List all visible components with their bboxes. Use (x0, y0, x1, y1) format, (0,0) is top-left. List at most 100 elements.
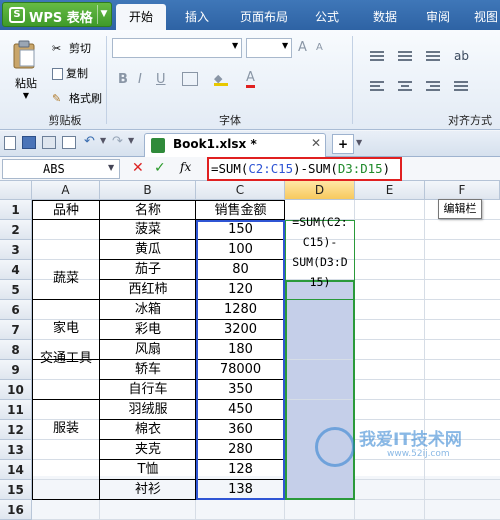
cell-a1[interactable]: 品种 (32, 201, 100, 221)
item-name-cell[interactable]: 自行车 (100, 380, 196, 400)
item-name-cell[interactable]: 茄子 (100, 260, 196, 280)
close-tab-icon[interactable]: ✕ (311, 136, 321, 150)
item-name-cell[interactable]: T恤 (100, 460, 196, 480)
bold-icon[interactable]: B (118, 72, 128, 87)
item-amount-cell[interactable]: 120 (196, 280, 285, 300)
column-header-e[interactable]: E (355, 181, 425, 200)
category-transport[interactable]: 交通工具 (32, 340, 100, 378)
wps-app-menu-button[interactable]: S WPS 表格 ▼ (2, 2, 112, 27)
item-amount-cell[interactable]: 3200 (196, 320, 285, 340)
column-header-b[interactable]: B (100, 181, 196, 200)
enter-icon[interactable]: ✓ (154, 160, 166, 176)
select-all-corner[interactable] (0, 181, 32, 200)
item-amount-cell[interactable]: 78000 (196, 360, 285, 380)
column-header-d[interactable]: D (285, 181, 355, 200)
row-header[interactable]: 12 (0, 420, 32, 440)
chevron-down-icon[interactable]: ▼ (282, 41, 288, 50)
row-header[interactable]: 9 (0, 360, 32, 380)
item-amount-cell[interactable]: 1280 (196, 300, 285, 320)
column-header-f[interactable]: F (425, 181, 500, 200)
column-header-c[interactable]: C (196, 181, 285, 200)
underline-icon[interactable]: U (156, 72, 166, 87)
format-painter-button[interactable]: ✎ 格式刷 (52, 90, 102, 106)
row-header[interactable]: 11 (0, 400, 32, 420)
row-header[interactable]: 6 (0, 300, 32, 320)
cell-d2-formula[interactable]: =SUM(C2: C15)- SUM(D3:D 15) (286, 212, 354, 292)
font-grow-icon[interactable]: A (298, 40, 307, 55)
row-header[interactable]: 8 (0, 340, 32, 360)
new-tab-button[interactable]: + (332, 134, 354, 154)
row-header[interactable]: 14 (0, 460, 32, 480)
item-name-cell[interactable]: 风扇 (100, 340, 196, 360)
row-header[interactable]: 10 (0, 380, 32, 400)
item-name-cell[interactable]: 菠菜 (100, 220, 196, 240)
italic-icon[interactable]: I (138, 72, 142, 87)
border-icon[interactable] (182, 72, 198, 86)
row-header[interactable]: 7 (0, 320, 32, 340)
undo-icon[interactable]: ↶ (84, 134, 95, 149)
paste-button[interactable]: 粘贴 ▼ (8, 38, 44, 102)
redo-icon[interactable]: ↷ (112, 134, 123, 149)
copy-button[interactable]: 复制 (52, 65, 88, 81)
item-amount-cell[interactable]: 450 (196, 400, 285, 420)
item-amount-cell[interactable]: 280 (196, 440, 285, 460)
item-name-cell[interactable]: 衬衫 (100, 480, 196, 500)
tab-formulas[interactable]: 公式 (304, 4, 350, 30)
font-name-select[interactable] (112, 38, 242, 58)
row-header[interactable]: 2 (0, 220, 32, 240)
cell-b1[interactable]: 名称 (100, 201, 196, 221)
item-name-cell[interactable]: 轿车 (100, 360, 196, 380)
item-name-cell[interactable]: 冰箱 (100, 300, 196, 320)
item-name-cell[interactable]: 彩电 (100, 320, 196, 340)
insert-function-icon[interactable]: fx (180, 160, 191, 174)
row-header[interactable]: 5 (0, 280, 32, 300)
item-amount-cell[interactable]: 360 (196, 420, 285, 440)
cell-c1[interactable]: 销售金额 (196, 201, 285, 221)
item-amount-cell[interactable]: 80 (196, 260, 285, 280)
column-header-a[interactable]: A (32, 181, 100, 200)
row-header[interactable]: 3 (0, 240, 32, 260)
new-doc-icon[interactable] (4, 136, 16, 150)
cut-button[interactable]: ✂ 剪切 (52, 40, 91, 56)
chevron-down-icon[interactable]: ▼ (108, 163, 114, 172)
print-icon[interactable] (42, 136, 56, 149)
item-amount-cell[interactable]: 150 (196, 220, 285, 240)
row-header[interactable]: 15 (0, 480, 32, 500)
item-name-cell[interactable]: 棉衣 (100, 420, 196, 440)
tab-view[interactable]: 视图 (466, 4, 500, 30)
chevron-down-icon[interactable]: ▼ (100, 136, 106, 145)
item-amount-cell[interactable]: 128 (196, 460, 285, 480)
category-clothing[interactable]: 服装 (32, 380, 100, 478)
formula-input[interactable]: =SUM(C2:C15)-SUM(D3:D15) (207, 157, 402, 181)
tab-home[interactable]: 开始 (116, 4, 166, 30)
save-icon[interactable] (22, 136, 36, 149)
row-header[interactable]: 1 (0, 200, 32, 220)
item-amount-cell[interactable]: 350 (196, 380, 285, 400)
tab-page-layout[interactable]: 页面布局 (232, 4, 296, 30)
cancel-icon[interactable]: ✕ (132, 160, 144, 176)
chevron-down-icon[interactable]: ▼ (232, 41, 238, 50)
chevron-down-icon[interactable]: ▼ (97, 5, 110, 24)
tab-data[interactable]: 数据 (362, 4, 408, 30)
chevron-down-icon[interactable]: ▼ (128, 136, 134, 145)
font-color-icon[interactable]: A (246, 70, 255, 88)
chevron-down-icon[interactable]: ▼ (356, 138, 362, 147)
name-box[interactable]: ABS (2, 159, 120, 179)
item-name-cell[interactable]: 羽绒服 (100, 400, 196, 420)
tab-insert[interactable]: 插入 (174, 4, 220, 30)
row-header[interactable]: 13 (0, 440, 32, 460)
item-amount-cell[interactable]: 138 (196, 480, 285, 500)
chevron-down-icon[interactable]: ▼ (8, 91, 44, 100)
row-header[interactable]: 16 (0, 500, 32, 520)
tab-review[interactable]: 审阅 (418, 4, 458, 30)
item-name-cell[interactable]: 黄瓜 (100, 240, 196, 260)
spreadsheet-grid[interactable]: A B C D E F 1 2 3 4 5 6 7 8 9 10 11 12 13 14 15 16 品种 名… (0, 181, 500, 520)
font-shrink-icon[interactable]: A (316, 42, 323, 53)
print-preview-icon[interactable] (62, 136, 76, 149)
document-tab[interactable]: Book1.xlsx * ✕ (144, 133, 326, 157)
item-amount-cell[interactable]: 100 (196, 240, 285, 260)
item-name-cell[interactable]: 夹克 (100, 440, 196, 460)
row-header[interactable]: 4 (0, 260, 32, 280)
fill-color-icon[interactable]: ◆ (214, 72, 228, 86)
item-name-cell[interactable]: 西红柿 (100, 280, 196, 300)
